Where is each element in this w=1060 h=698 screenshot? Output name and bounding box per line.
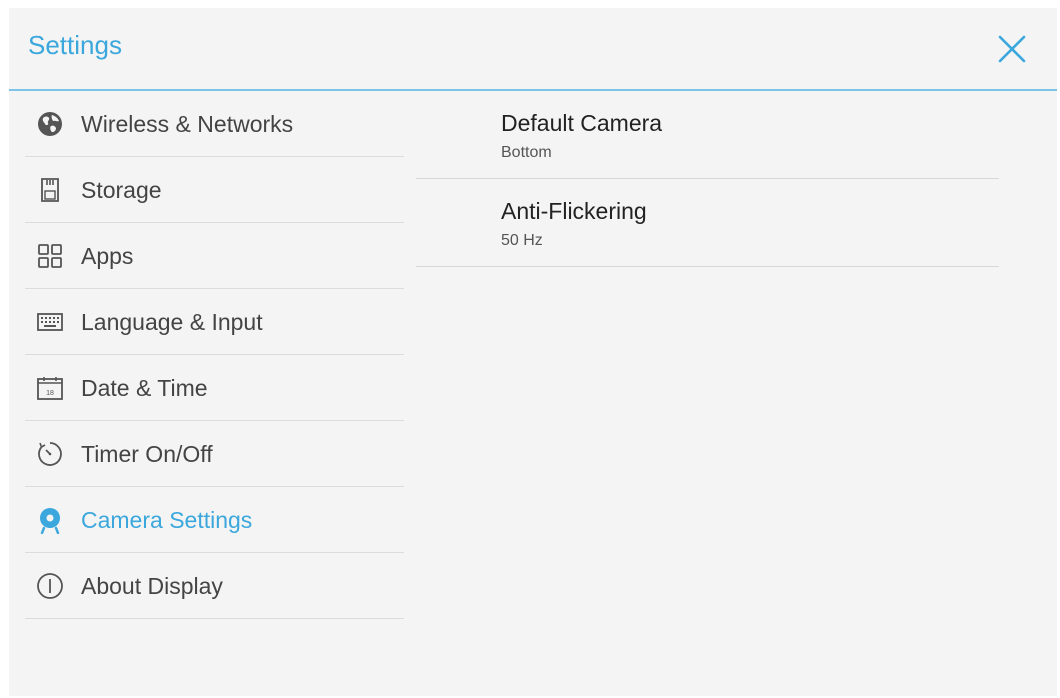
sidebar-item-language-input[interactable]: Language & Input xyxy=(25,289,404,355)
globe-icon xyxy=(38,112,62,136)
sd-card-icon xyxy=(41,178,59,202)
settings-header: Settings xyxy=(9,8,1057,91)
sidebar-item-about-display[interactable]: About Display xyxy=(25,553,404,619)
sidebar-item-apps[interactable]: Apps xyxy=(25,223,404,289)
sidebar-item-label: Timer On/Off xyxy=(81,441,213,467)
timer-icon xyxy=(38,442,62,466)
sidebar-item-camera-settings[interactable]: Camera Settings xyxy=(25,487,404,553)
settings-panel: Settings Wireless & Networks Storage App… xyxy=(9,8,1057,696)
setting-value: Bottom xyxy=(501,144,552,161)
sidebar-item-storage[interactable]: Storage xyxy=(25,157,404,223)
close-icon xyxy=(998,35,1026,63)
sidebar-item-date-time[interactable]: 18 Date & Time xyxy=(25,355,404,421)
setting-title: Default Camera xyxy=(501,110,663,136)
setting-default-camera[interactable]: Default Camera Bottom xyxy=(416,91,999,179)
sidebar-item-label: Language & Input xyxy=(81,309,263,335)
page-title: Settings xyxy=(28,30,122,60)
setting-title: Anti-Flickering xyxy=(501,198,647,224)
sidebar-item-label: Wireless & Networks xyxy=(81,111,294,137)
camera-icon xyxy=(40,508,60,534)
setting-value: 50 Hz xyxy=(501,232,543,249)
sidebar-item-label: About Display xyxy=(81,573,223,599)
calendar-icon: 18 xyxy=(37,377,63,400)
setting-anti-flickering[interactable]: Anti-Flickering 50 Hz xyxy=(416,179,999,267)
info-icon xyxy=(37,573,63,599)
settings-sidebar: Wireless & Networks Storage Apps Languag… xyxy=(25,91,404,619)
camera-settings-content: Default Camera Bottom Anti-Flickering 50… xyxy=(416,91,999,267)
sidebar-item-timer[interactable]: Timer On/Off xyxy=(25,421,404,487)
sidebar-item-wireless-networks[interactable]: Wireless & Networks xyxy=(25,91,404,157)
apps-grid-icon xyxy=(38,244,62,268)
sidebar-item-label: Storage xyxy=(81,177,162,203)
keyboard-icon xyxy=(37,313,63,331)
calendar-day-text: 18 xyxy=(46,390,54,397)
sidebar-item-label: Date & Time xyxy=(81,375,208,401)
close-button[interactable] xyxy=(995,32,1029,66)
sidebar-item-label: Camera Settings xyxy=(81,507,253,533)
sidebar-item-label: Apps xyxy=(81,243,134,269)
